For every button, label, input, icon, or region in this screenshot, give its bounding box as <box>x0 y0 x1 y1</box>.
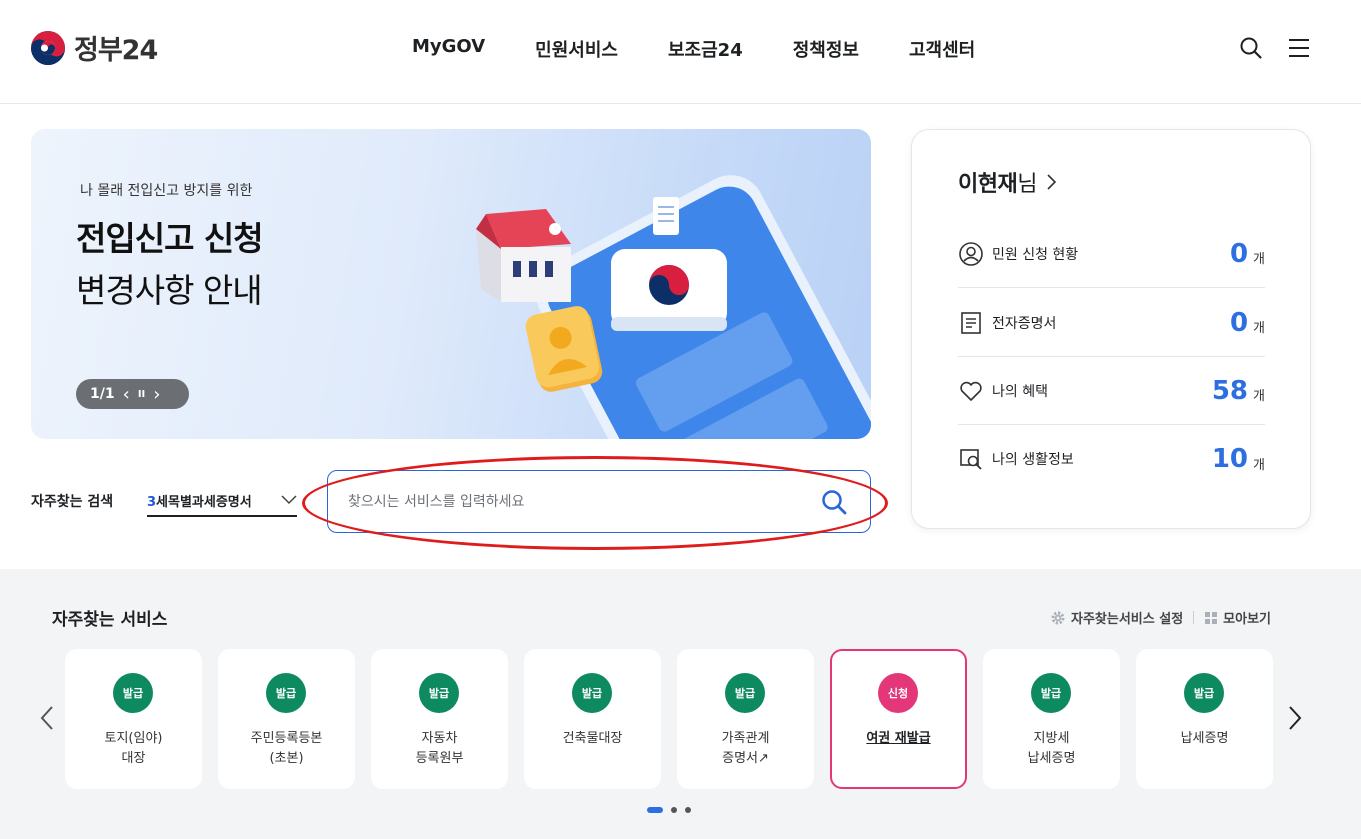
main-nav: MyGOV 민원서비스 보조금24 정책정보 고객센터 <box>387 36 1000 62</box>
stat-value: 0 <box>1229 238 1249 269</box>
service-badge: 발급 <box>725 673 765 713</box>
service-name: 지방세 납세증명 <box>1027 731 1076 766</box>
service-name: 건축물대장 <box>562 731 623 746</box>
stat-my-life-info[interactable]: 나의 생활정보 10 개 <box>958 425 1265 493</box>
banner-pause-button[interactable]: II <box>138 389 145 400</box>
service-name: 여권 재발급 <box>866 731 931 746</box>
service-badge: 발급 <box>113 673 153 713</box>
service-badge: 발급 <box>1184 673 1224 713</box>
section-links: 자주찾는서비스 설정 모아보기 <box>1050 608 1271 627</box>
chevron-down-icon <box>281 495 297 505</box>
carousel-next-arrow-icon[interactable] <box>1284 703 1306 733</box>
stat-value: 10 <box>1211 444 1249 474</box>
user-summary-panel: 이현재님 민원 신청 현황 0 개 전자증명서 0 개 나의 혜택 58 개 나… <box>911 129 1311 529</box>
taegeuk-logo-icon <box>31 30 65 65</box>
stat-unit: 개 <box>1253 252 1265 267</box>
user-name-suffix: 님 <box>1017 172 1038 197</box>
service-card-passport-reissue[interactable]: 신청 여권 재발급 <box>830 649 967 789</box>
carousel-dot[interactable] <box>671 807 677 813</box>
banner-prev-button[interactable]: ‹ <box>123 384 130 405</box>
service-card-local-tax-certificate[interactable]: 발급 지방세 납세증명 <box>983 649 1120 789</box>
chevron-right-icon <box>1047 174 1057 190</box>
person-circle-icon <box>959 241 983 266</box>
hamburger-menu-icon[interactable] <box>1287 36 1311 60</box>
service-name: 자동차 등록원부 <box>415 731 464 766</box>
carousel-dot-active[interactable] <box>647 807 663 813</box>
document-icon <box>961 311 981 334</box>
stat-value: 58 <box>1211 375 1249 406</box>
stat-e-certificate[interactable]: 전자증명서 0 개 <box>958 289 1265 357</box>
service-badge: 발급 <box>1031 673 1071 713</box>
stat-my-benefits[interactable]: 나의 혜택 58 개 <box>958 357 1265 425</box>
nav-policy-info[interactable]: 정책정보 <box>768 36 884 62</box>
frequent-search-value: 세목별과세증명서 <box>156 494 252 510</box>
frequent-search-dropdown[interactable]: 3세목별과세증명서 <box>147 485 297 517</box>
stat-label: 민원 신청 현황 <box>992 246 1079 263</box>
service-card-tax-certificate[interactable]: 발급 납세증명 <box>1136 649 1273 789</box>
banner-title: 전입신고 신청 <box>76 219 264 258</box>
service-card-resident-registration[interactable]: 발급 주민등록등본 (초본) <box>218 649 355 789</box>
banner-pager: 1/1 ‹ II › <box>76 379 189 409</box>
service-name: 토지(임야) 대장 <box>104 731 163 766</box>
frequent-services-section: 자주찾는 서비스 자주찾는서비스 설정 모아보기 발급 토지(임야) 대장 발급… <box>0 569 1361 839</box>
service-search-input[interactable] <box>348 489 798 515</box>
stat-label: 나의 혜택 <box>992 383 1048 400</box>
stat-unit: 개 <box>1253 321 1265 336</box>
stat-unit: 개 <box>1253 457 1265 473</box>
logo-text: 정부24 <box>74 35 158 66</box>
search-icon[interactable] <box>1239 36 1263 60</box>
user-profile-link[interactable]: 이현재님 <box>958 166 1057 198</box>
user-name: 이현재 <box>958 172 1018 197</box>
service-search-box <box>327 470 871 533</box>
frequent-search-rank: 3 <box>147 494 157 510</box>
search-submit-icon[interactable] <box>820 488 848 516</box>
service-card-vehicle-register[interactable]: 발급 자동차 등록원부 <box>371 649 508 789</box>
stat-unit: 개 <box>1253 389 1265 404</box>
stat-label: 나의 생활정보 <box>992 452 1074 468</box>
carousel-dot[interactable] <box>685 807 691 813</box>
banner-next-button[interactable]: › <box>153 384 160 405</box>
search-document-icon <box>960 449 982 470</box>
stat-value: 0 <box>1229 307 1249 338</box>
service-name: 주민등록등본 (초본) <box>250 731 323 766</box>
service-name: 가족관계 증명서↗ <box>721 731 770 766</box>
frequent-search-label: 자주찾는 검색 <box>31 494 114 510</box>
link-divider <box>1193 611 1195 624</box>
nav-customer-center[interactable]: 고객센터 <box>884 36 1000 62</box>
banner-subtitle: 나 몰래 전입신고 방지를 위한 <box>80 183 253 199</box>
stat-application-status[interactable]: 민원 신청 현황 0 개 <box>958 220 1265 288</box>
nav-subsidy24[interactable]: 보조금24 <box>643 36 768 62</box>
service-card-land-register[interactable]: 발급 토지(임야) 대장 <box>65 649 202 789</box>
banner-illustration <box>476 175 871 439</box>
service-card-family-relation[interactable]: 발급 가족관계 증명서↗ <box>677 649 814 789</box>
view-all-label: 모아보기 <box>1223 612 1271 627</box>
nav-mygov[interactable]: MyGOV <box>387 36 510 62</box>
gear-icon <box>1051 611 1065 624</box>
nav-civil-service[interactable]: 민원서비스 <box>510 36 643 62</box>
carousel-pagination <box>647 807 691 813</box>
site-header: 정부24 MyGOV 민원서비스 보조금24 정책정보 고객센터 <box>0 0 1361 104</box>
service-badge: 발급 <box>572 673 612 713</box>
carousel-prev-arrow-icon[interactable] <box>36 703 58 733</box>
service-card-list: 발급 토지(임야) 대장 발급 주민등록등본 (초본) 발급 자동차 등록원부 … <box>65 649 1273 789</box>
service-name: 납세증명 <box>1180 731 1229 746</box>
banner-title-line2: 변경사항 안내 <box>76 271 263 310</box>
section-title: 자주찾는 서비스 <box>52 610 168 630</box>
site-logo[interactable]: 정부24 <box>30 28 158 67</box>
view-all-link[interactable]: 모아보기 <box>1204 608 1271 627</box>
service-badge: 발급 <box>419 673 459 713</box>
service-badge: 발급 <box>266 673 306 713</box>
main-banner[interactable]: 나 몰래 전입신고 방지를 위한 전입신고 신청 변경사항 안내 1/1 ‹ I… <box>31 129 871 439</box>
service-card-building-register[interactable]: 발급 건축물대장 <box>524 649 661 789</box>
banner-page-indicator: 1/1 <box>90 386 115 402</box>
stat-label: 전자증명서 <box>992 315 1057 332</box>
settings-link-label: 자주찾는서비스 설정 <box>1070 612 1184 627</box>
service-badge: 신청 <box>878 673 918 713</box>
frequent-service-settings-link[interactable]: 자주찾는서비스 설정 <box>1050 608 1183 627</box>
grid-icon <box>1205 611 1218 624</box>
heart-icon <box>960 381 982 401</box>
